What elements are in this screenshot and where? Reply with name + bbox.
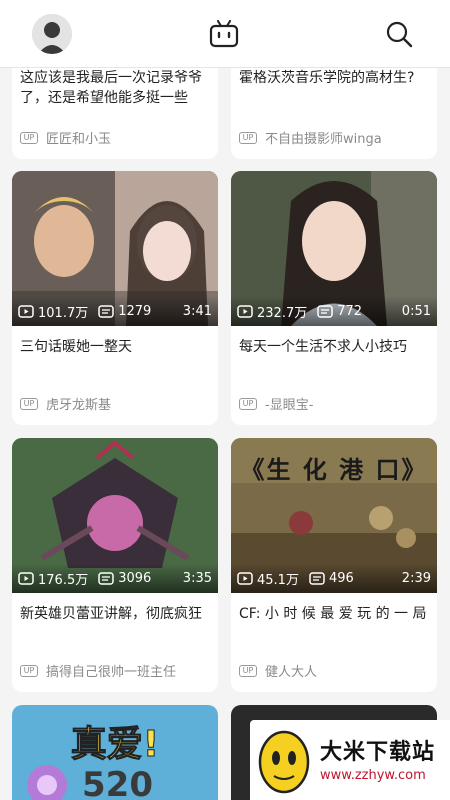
uploader[interactable]: UP -显眼宝- [239,394,313,413]
views-stat: 45.1万 [237,569,299,588]
up-badge: UP [20,664,38,677]
uploader-name: 搞得自己很帅一班主任 [46,665,177,680]
watermark-url: www.zzhyw.com [320,768,426,783]
danmaku-icon [98,305,114,318]
danmaku-count: 772 [337,304,363,319]
uploader-name: 匠匠和小玉 [46,132,112,147]
thumbnail-number: 520 [82,765,153,800]
video-stats: 101.7万 1279 3:41 [18,302,212,321]
video-card[interactable]: 霍格沃茨音乐学院的高材生? UP 不自由摄影师winga [231,68,437,159]
video-card[interactable]: 232.7万 772 0:51 每天一个生活不求人小技巧 UP -显眼宝- [231,171,437,425]
views-count: 101.7万 [38,306,89,321]
up-badge: UP [239,397,257,410]
video-card[interactable]: 真爱! 520 [12,705,218,800]
video-thumbnail[interactable]: 《生 化 港 口》 45.1万 496 2:39 [231,438,437,593]
views-stat: 101.7万 [18,302,88,321]
play-count-icon [237,305,253,318]
uploader-name: -显眼宝- [265,398,314,413]
danmaku-count: 3096 [118,571,152,586]
danmaku-stat: 772 [317,304,362,319]
uploader[interactable]: UP 匠匠和小玉 [20,128,111,147]
uploader[interactable]: UP 虎牙龙斯基 [20,394,111,413]
video-title: 霍格沃茨音乐学院的高材生? [239,70,415,86]
video-title: 三句话暖她一整天 [20,339,132,355]
up-badge: UP [239,131,257,144]
video-thumbnail[interactable]: 176.5万 3096 3:35 [12,438,218,593]
video-card[interactable]: 101.7万 1279 3:41 三句话暖她一整天 UP 虎牙龙斯基 [12,171,218,425]
video-duration: 3:35 [182,571,212,586]
user-avatar[interactable] [32,14,72,54]
play-count-icon [18,572,34,585]
video-title: 新英雄贝蕾亚讲解，彻底疯狂 [20,606,202,622]
views-stat: 232.7万 [237,302,307,321]
views-count: 176.5万 [38,573,89,588]
danmaku-stat: 3096 [98,571,151,586]
video-duration: 3:41 [182,304,212,319]
watermark-logo [258,730,310,794]
uploader[interactable]: UP 不自由摄影师winga [239,128,382,147]
tv-icon[interactable] [209,20,239,52]
uploader[interactable]: UP 健人大人 [239,661,317,680]
danmaku-icon [309,572,325,585]
views-count: 232.7万 [257,306,308,321]
top-bar [0,0,450,68]
video-title: CF: 小 时 候 最 爱 玩 的 一 局 [239,606,427,622]
thumbnail-title-text: 《生 化 港 口》 [240,456,428,484]
uploader-name: 健人大人 [265,665,318,680]
gem-icon [27,765,67,800]
danmaku-icon [98,572,114,585]
views-stat: 176.5万 [18,569,88,588]
video-card[interactable]: 这应该是我最后一次记录爷爷了，还是希望他能多挺一些时… UP 匠匠和小玉 [12,68,218,159]
video-duration: 2:39 [401,571,431,586]
views-count: 45.1万 [257,573,299,588]
danmaku-count: 496 [328,571,354,586]
up-badge: UP [20,131,38,144]
video-duration: 0:51 [401,304,431,319]
danmaku-stat: 496 [309,571,354,586]
video-thumbnail[interactable]: 232.7万 772 0:51 [231,171,437,326]
video-card[interactable]: 176.5万 3096 3:35 新英雄贝蕾亚讲解，彻底疯狂 UP 搞得自己很帅… [12,438,218,692]
video-feed[interactable]: 这应该是我最后一次记录爷爷了，还是希望他能多挺一些时… UP 匠匠和小玉 霍格沃… [0,68,450,800]
play-count-icon [18,305,34,318]
danmaku-count: 1279 [118,304,152,319]
up-badge: UP [239,664,257,677]
video-stats: 176.5万 3096 3:35 [18,569,212,588]
video-thumbnail[interactable]: 真爱! 520 [12,705,218,800]
site-watermark: 大米下载站 www.zzhyw.com [250,720,450,800]
video-thumbnail[interactable]: 101.7万 1279 3:41 [12,171,218,326]
video-stats: 232.7万 772 0:51 [237,302,431,321]
play-count-icon [237,572,253,585]
uploader-name: 不自由摄影师winga [265,132,382,147]
video-title: 每天一个生活不求人小技巧 [239,339,407,355]
uploader[interactable]: UP 搞得自己很帅一班主任 [20,661,176,680]
video-card[interactable]: 《生 化 港 口》 45.1万 496 2:39 CF: 小 时 候 最 爱 玩… [231,438,437,692]
search-icon[interactable] [385,20,413,52]
watermark-name: 大米下载站 [320,740,436,765]
up-badge: UP [20,397,38,410]
uploader-name: 虎牙龙斯基 [46,398,112,413]
video-title: 这应该是我最后一次记录爷爷了，还是希望他能多挺一些时… [20,70,202,106]
danmaku-stat: 1279 [98,304,151,319]
video-stats: 45.1万 496 2:39 [237,569,431,588]
danmaku-icon [317,305,333,318]
